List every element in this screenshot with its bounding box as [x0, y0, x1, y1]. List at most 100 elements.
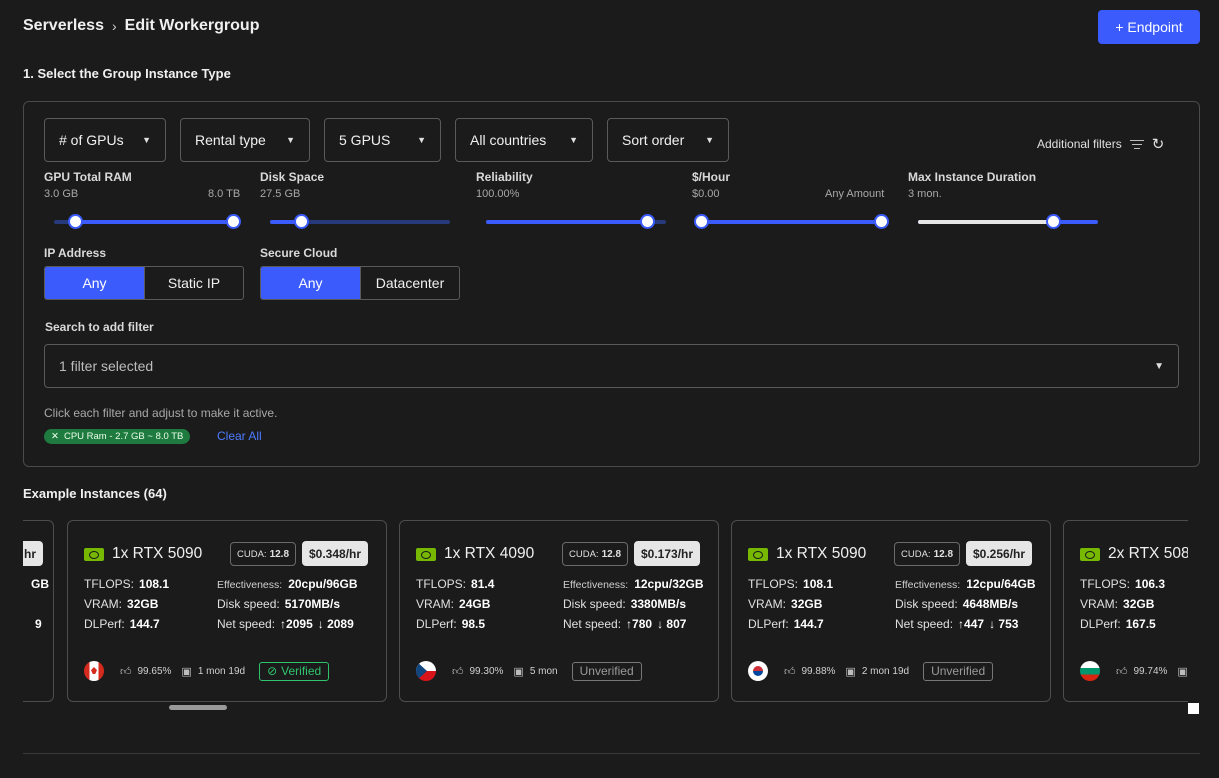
- disk-space-min: 27.5 GB: [260, 188, 301, 200]
- thumbs-up-icon: 👍︎: [452, 665, 464, 678]
- disk-space-slider[interactable]: [270, 214, 450, 229]
- gpu-count-dropdown[interactable]: # of GPUs ▼: [44, 118, 166, 162]
- gpu-name: 1x RTX 4090: [416, 545, 534, 563]
- tflops: TFLOPS: 81.4: [416, 577, 495, 591]
- price-min-handle[interactable]: [694, 214, 709, 229]
- dlperf: DLPerf: 144.7: [748, 617, 824, 631]
- section-title: 1. Select the Group Instance Type: [23, 66, 231, 81]
- thumbs-up-icon: 👍︎: [120, 665, 132, 678]
- gpu-name: 1x RTX 5090: [84, 545, 202, 563]
- gpu-ram-label: GPU Total RAM: [44, 170, 132, 184]
- disk-speed: Disk speed: 4648MB/s: [895, 597, 1019, 611]
- price-slider[interactable]: [694, 214, 889, 229]
- card-footer: 👍︎ 99.74% ▣: [1080, 661, 1188, 681]
- ip-address-label: IP Address: [44, 246, 107, 260]
- max-duration-label: Max Instance Duration: [908, 170, 1037, 184]
- vram: VRAM: 24GB: [416, 597, 491, 611]
- secure-any-option[interactable]: Any: [261, 267, 360, 299]
- nvidia-icon: [84, 547, 104, 561]
- caret-down-icon: ▼: [705, 135, 714, 145]
- calendar-icon: ▣: [1177, 665, 1188, 678]
- gpu-ram-min: 3.0 GB: [44, 188, 79, 200]
- gpu-ram-min-handle[interactable]: [68, 214, 83, 229]
- effectiveness: Effectiveness: 20cpu/96GB: [217, 577, 358, 591]
- reliability-value: 100.00%: [476, 188, 520, 200]
- instance-card[interactable]: 1x RTX 5090 CUDA: 12.8 $0.348/hr TFLOPS: 1…: [67, 520, 387, 702]
- gpu-ram-max-handle[interactable]: [226, 214, 241, 229]
- page-title: Edit Workergroup: [124, 17, 260, 34]
- caret-down-icon: ▼: [142, 135, 151, 145]
- instance-card[interactable]: 1x RTX 5090 CUDA: 12.8 $0.256/hr TFLOPS: 1…: [731, 520, 1051, 702]
- vram: VRAM: 32GB: [84, 597, 159, 611]
- price-badge: $0.348/hr: [302, 541, 369, 566]
- calendar-icon: ▣: [513, 665, 524, 678]
- instance-card[interactable]: 2x RTX 508 TFLOPS: 106.3 VRAM: 32GB DLPerf…: [1063, 520, 1188, 702]
- max-duration-slider[interactable]: [918, 214, 1098, 229]
- gpu-name: 1x RTX 5090: [748, 545, 866, 563]
- card-footer: 👍︎ 99.30% ▣ 5 mon Unverified: [416, 661, 642, 681]
- caret-down-icon: ▼: [1154, 360, 1164, 372]
- gpu-name: 2x RTX 508: [1080, 545, 1188, 563]
- price-max: Any Amount: [825, 188, 885, 200]
- sort-order-dropdown[interactable]: Sort order ▼: [607, 118, 729, 162]
- unverified-badge: Unverified: [571, 661, 642, 681]
- canada-flag-icon: [84, 661, 104, 681]
- gpu-quantity-dropdown[interactable]: 5 GPUS ▼: [324, 118, 441, 162]
- net-speed: Net speed: ↑2095 ↓ 2089: [217, 617, 354, 631]
- filter-hint: Click each filter and adjust to make it …: [44, 406, 278, 420]
- thumbs-up-icon: 👍︎: [1116, 665, 1128, 678]
- price-max-handle[interactable]: [874, 214, 889, 229]
- disk-space-handle[interactable]: [294, 214, 309, 229]
- cuda-badge: CUDA: 12.8: [894, 542, 961, 566]
- caret-down-icon: ▼: [286, 135, 295, 145]
- scroll-corner: [1188, 703, 1199, 714]
- effectiveness: Effectiveness: 12cpu/32GB: [563, 577, 704, 591]
- verified-badge: ⊘ Verified: [259, 661, 330, 681]
- active-filter-chip[interactable]: ✕ CPU Ram - 2.7 GB ~ 8.0 TB: [44, 429, 191, 444]
- breadcrumb-root[interactable]: Serverless: [23, 17, 104, 35]
- disk-space-label: Disk Space: [260, 170, 325, 184]
- rental-type-dropdown[interactable]: Rental type ▼: [180, 118, 310, 162]
- cuda-badge: CUDA: 12.8: [230, 542, 297, 566]
- south-korea-flag-icon: [748, 661, 768, 681]
- instance-card[interactable]: 1x RTX 4090 CUDA: 12.8 $0.173/hr TFLOPS: 8…: [399, 520, 719, 702]
- price-badge: $0.173/hr: [634, 541, 701, 566]
- disk-speed: Disk speed: 3380MB/s: [563, 597, 687, 611]
- price-label: $/Hour: [692, 170, 731, 184]
- czechia-flag-icon: [416, 661, 436, 681]
- gpu-ram-slider[interactable]: [54, 214, 241, 229]
- calendar-icon: ▣: [845, 665, 856, 678]
- dlperf: DLPerf: 167.5: [1080, 617, 1156, 631]
- net-speed: Net speed: ↑447 ↓ 753: [895, 617, 1019, 631]
- add-endpoint-button[interactable]: + Endpoint: [1098, 10, 1200, 44]
- dlperf: DLPerf: 144.7: [84, 617, 160, 631]
- search-filter-select[interactable]: 1 filter selected ▼: [44, 344, 1179, 388]
- filter-lines-icon: [1129, 137, 1144, 152]
- max-duration-handle[interactable]: [1046, 214, 1061, 229]
- close-icon[interactable]: ✕: [51, 431, 59, 442]
- price-badge: hr: [23, 541, 43, 566]
- secure-cloud-toggle: Any Datacenter: [260, 266, 460, 300]
- refresh-icon[interactable]: ↻: [1152, 135, 1165, 153]
- tflops: TFLOPS: 108.1: [84, 577, 170, 591]
- breadcrumb: Serverless › Edit Workergroup: [23, 17, 259, 35]
- reliability-handle[interactable]: [640, 214, 655, 229]
- country-dropdown[interactable]: All countries ▼: [455, 118, 593, 162]
- reliability-slider[interactable]: [486, 214, 666, 229]
- secure-datacenter-option[interactable]: Datacenter: [360, 267, 459, 299]
- clear-all-link[interactable]: Clear All: [217, 429, 262, 443]
- bulgaria-flag-icon: [1080, 661, 1100, 681]
- reliability-label: Reliability: [476, 170, 533, 184]
- price-badge: $0.256/hr: [966, 541, 1033, 566]
- calendar-icon: ▣: [181, 665, 192, 678]
- carousel-scrollbar[interactable]: [169, 705, 227, 710]
- tflops: TFLOPS: 106.3: [1080, 577, 1166, 591]
- thumbs-up-icon: 👍︎: [784, 665, 796, 678]
- nvidia-icon: [416, 547, 436, 561]
- instance-card[interactable]: hr GB 9: [23, 520, 54, 702]
- additional-filters[interactable]: Additional filters ↻: [1037, 135, 1164, 153]
- secure-cloud-label: Secure Cloud: [260, 246, 338, 260]
- ip-any-option[interactable]: Any: [45, 267, 144, 299]
- nvidia-icon: [1080, 547, 1100, 561]
- ip-static-option[interactable]: Static IP: [144, 267, 243, 299]
